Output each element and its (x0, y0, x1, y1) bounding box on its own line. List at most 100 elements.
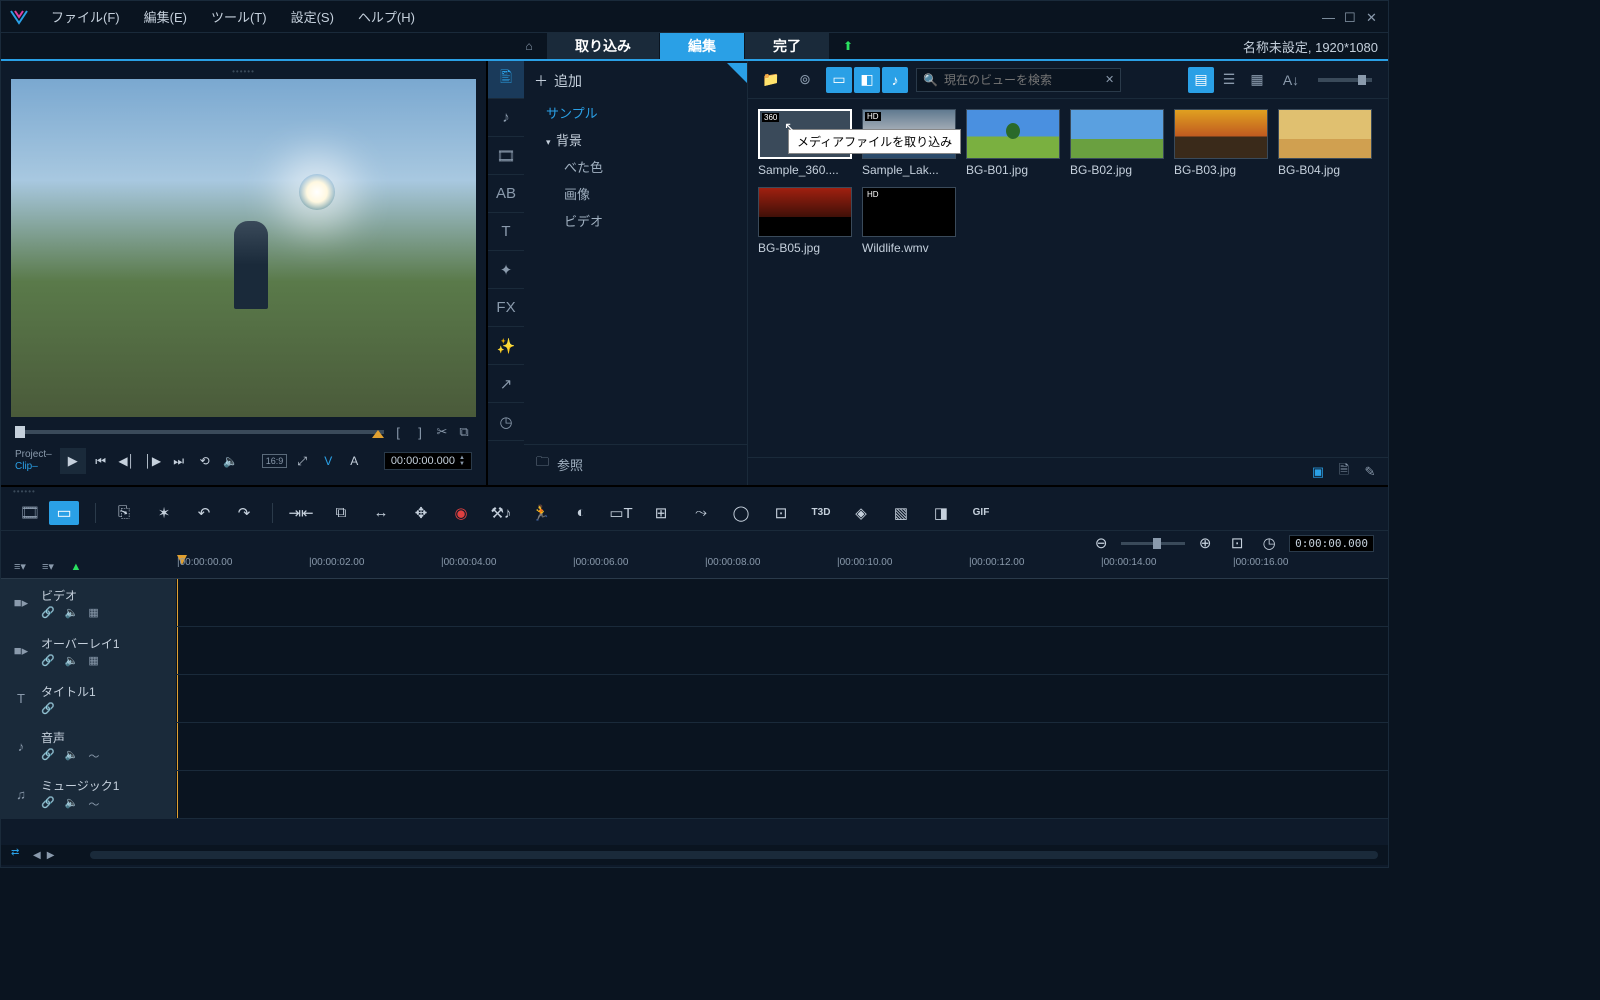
storyboard-mode[interactable]: 🎞 (15, 501, 45, 525)
tl-subtitle[interactable]: ▭T (609, 501, 633, 525)
timeline-grip[interactable]: •••••• (1, 487, 1388, 495)
tl-gif[interactable]: GIF (969, 501, 993, 525)
snapshot-icon[interactable]: ⧉ (456, 424, 472, 440)
thumb-item[interactable]: BG-B04.jpg (1278, 109, 1372, 177)
filter-audio[interactable]: ♪ (882, 67, 908, 93)
track-header[interactable]: ♪音声🔗🔈～ (1, 723, 177, 770)
minimize-button[interactable]: — (1322, 10, 1336, 24)
go-end-button[interactable]: ⏭ (168, 450, 190, 472)
tree-background[interactable]: ▾背景 (524, 126, 747, 153)
sidetab-time[interactable]: ◷ (488, 403, 524, 441)
sidetab-transition[interactable]: 🎞 (488, 137, 524, 175)
ruler-track[interactable]: |00:00:00.00|00:00:02.00|00:00:04.00|00:… (177, 555, 1388, 578)
scroll-right[interactable]: ▶ (47, 850, 55, 861)
mark-in-icon[interactable]: [ (390, 424, 406, 440)
tl-duration[interactable]: ◷ (1257, 531, 1281, 555)
track-header[interactable]: ♫ミュージック1🔗🔈～ (1, 771, 177, 818)
tab-edit[interactable]: 編集 (660, 33, 745, 59)
sidetab-title[interactable]: AB (488, 175, 524, 213)
track-control[interactable]: 🔗 (41, 796, 55, 812)
mark-out-icon[interactable]: ] (412, 424, 428, 440)
prev-frame-button[interactable]: ◀│ (116, 450, 138, 472)
tl-lens[interactable]: ▧ (889, 501, 913, 525)
tl-stabilize[interactable]: ⊡ (769, 501, 793, 525)
add-track[interactable]: ▲ (67, 558, 85, 576)
thumb-item[interactable]: BG-B02.jpg (1070, 109, 1164, 177)
sort-button[interactable]: A↓ (1278, 67, 1304, 93)
scrub-head[interactable] (15, 426, 25, 438)
track-header[interactable]: Tタイトル1🔗 (1, 675, 177, 722)
tl-color[interactable]: ◉ (449, 501, 473, 525)
home-tab[interactable]: ⌂ (511, 33, 547, 59)
loop-button[interactable]: ⟲ (194, 450, 216, 472)
timeline-scrollbar[interactable] (90, 851, 1378, 859)
tl-multicam[interactable]: ⊞ (649, 501, 673, 525)
tab-done[interactable]: 完了 (745, 33, 830, 59)
track-control[interactable]: 🔗 (41, 654, 55, 667)
go-start-button[interactable]: ⏮ (90, 450, 112, 472)
menu-settings[interactable]: 設定(S) (281, 3, 344, 30)
tl-speed[interactable]: 🏃 (529, 501, 553, 525)
split-icon[interactable]: ✂ (434, 424, 450, 440)
track-opts-2[interactable]: ≡▾ (39, 558, 57, 576)
tl-zoom-out[interactable]: ⊖ (1089, 531, 1113, 555)
track-header[interactable]: ■▸オーバーレイ1🔗🔈▦ (1, 627, 177, 674)
thumb-item[interactable]: HDWildlife.wmv (862, 187, 956, 255)
filter-all[interactable]: ▭ (826, 67, 852, 93)
track-control[interactable]: 🔗 (41, 748, 55, 764)
tree-video[interactable]: ビデオ (524, 207, 747, 234)
track-control[interactable]: 🔈 (65, 654, 79, 667)
track-control[interactable]: ▦ (88, 654, 98, 667)
tl-zoom-slider[interactable] (1121, 542, 1185, 545)
view-grid[interactable]: ▦ (1244, 67, 1270, 93)
sidetab-text[interactable]: T (488, 213, 524, 251)
tab-import[interactable]: 取り込み (547, 33, 660, 59)
thumb-item[interactable]: BG-B05.jpg (758, 187, 852, 255)
tl-track-motion[interactable]: ⤳ (689, 501, 713, 525)
track-control[interactable]: 🔗 (41, 606, 55, 619)
panel-grip[interactable]: •••••• (7, 67, 480, 75)
tl-redo[interactable]: ↷ (232, 501, 256, 525)
v-indicator[interactable]: V (317, 450, 339, 472)
search-box[interactable]: 🔍 ✕ (916, 68, 1121, 92)
menu-file[interactable]: ファイル(F) (41, 3, 130, 30)
tree-sample[interactable]: サンプル (524, 99, 747, 126)
capture-button[interactable]: ⊚ (792, 67, 818, 93)
preview-timecode[interactable]: 00:00:00.000 ▲▼ (384, 452, 472, 470)
footer-docs-icon[interactable]: 🗎 (1334, 462, 1354, 482)
track-control[interactable]: ～ (88, 796, 99, 812)
thumb-zoom-slider[interactable] (1318, 78, 1372, 82)
tl-pan[interactable]: ✥ (409, 501, 433, 525)
scrub-track[interactable] (15, 430, 384, 434)
aspect-badge[interactable]: 16:9 (262, 454, 288, 468)
timeline-timecode[interactable]: 0:00:00.000 (1289, 535, 1374, 552)
scrub-end-marker[interactable] (372, 430, 384, 438)
track-control[interactable]: 🔈 (65, 606, 79, 619)
sidetab-media[interactable]: 🖺 (488, 61, 524, 99)
sidetab-path[interactable]: ↗ (488, 365, 524, 403)
track-body[interactable] (177, 723, 1388, 770)
footer-edit-icon[interactable]: ✎ (1360, 462, 1380, 482)
next-frame-button[interactable]: │▶ (142, 450, 164, 472)
tl-undo[interactable]: ↶ (192, 501, 216, 525)
tl-attributes[interactable]: ✶ (152, 501, 176, 525)
tl-motion[interactable]: ◯ (729, 501, 753, 525)
preview-viewport[interactable] (11, 79, 476, 417)
view-film[interactable]: ▤ (1188, 67, 1214, 93)
menu-help[interactable]: ヘルプ(H) (348, 3, 425, 30)
scroll-left[interactable]: ◀ (33, 850, 41, 861)
tl-3d-title[interactable]: T3D (809, 501, 833, 525)
tl-crop[interactable]: ⧉ (329, 501, 353, 525)
browse-button[interactable]: 🗀参照 (524, 444, 747, 483)
search-input[interactable] (944, 73, 1099, 87)
menu-edit[interactable]: 編集(E) (134, 3, 197, 30)
sidetab-audio[interactable]: ♪ (488, 99, 524, 137)
timeline-mode[interactable]: ▭ (49, 501, 79, 525)
a-indicator[interactable]: A (343, 450, 365, 472)
menu-tools[interactable]: ツール(T) (201, 3, 277, 30)
scroll-mode-icon[interactable]: ⇄ (11, 847, 27, 863)
tl-zoom-fit[interactable]: ⊡ (1225, 531, 1249, 555)
resize-icon[interactable]: ⤢ (291, 450, 313, 472)
sidetab-fx[interactable]: FX (488, 289, 524, 327)
maximize-button[interactable]: ☐ (1344, 10, 1358, 24)
